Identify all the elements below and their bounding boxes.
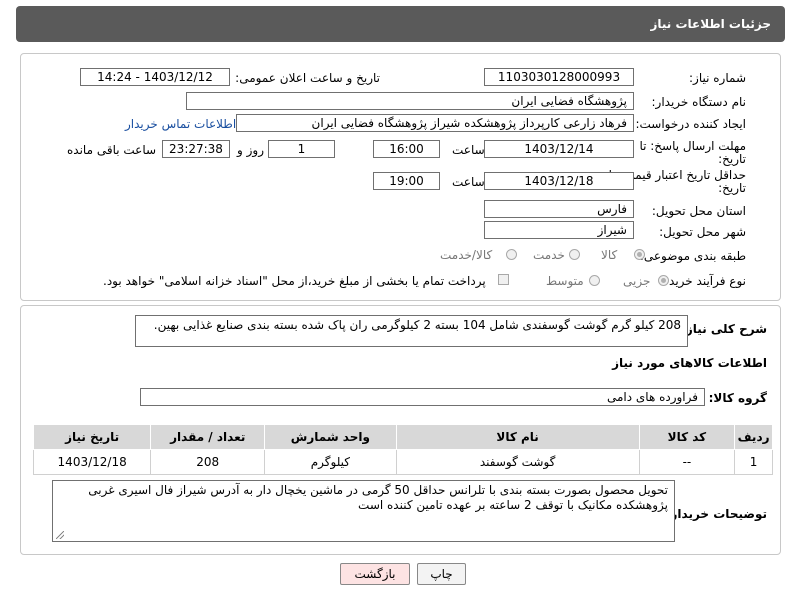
col-quantity: تعداد / مقدار <box>150 424 266 450</box>
buyer-org-field[interactable]: پژوهشگاه فضایی ایران <box>186 92 634 110</box>
need-number-label: شماره نیاز: <box>689 71 746 85</box>
goods-info-title: اطلاعات کالاهای مورد نیاز <box>612 356 767 370</box>
reply-deadline-label: مهلت ارسال پاسخ: تا <box>639 139 746 153</box>
goods-table-header: ردیف کد کالا نام کالا واحد شمارش تعداد /… <box>32 424 773 450</box>
cell-row: 1 <box>734 449 773 475</box>
col-name: نام کالا <box>395 424 640 450</box>
price-validity-label-date: تاریخ: <box>718 181 746 195</box>
category-goods-radio[interactable] <box>634 249 645 260</box>
need-number-field[interactable]: 1103030128000993 <box>484 68 634 86</box>
requester-field[interactable]: فرهاد زارعی کارپرداز پژوهشکده شیراز پژوه… <box>236 114 634 132</box>
price-validity-time-field[interactable]: 19:00 <box>373 172 440 190</box>
province-label: استان محل تحویل: <box>651 204 746 218</box>
purchase-process-label: نوع فرآیند خرید : <box>661 274 746 288</box>
category-goods-service-radio[interactable] <box>506 249 517 260</box>
buyer-notes-field[interactable]: تحویل محصول بصورت بسته بندی با تلرانس حد… <box>52 480 675 542</box>
category-goods-service-label: کالا/خدمت <box>440 248 493 262</box>
announce-datetime-field[interactable]: 1403/12/12 - 14:24 <box>80 68 230 86</box>
goods-group-field[interactable]: فراورده های دامی <box>140 388 705 406</box>
reply-deadline-date-field[interactable]: 1403/12/14 <box>484 140 634 158</box>
col-unit: واحد شمارش <box>264 424 397 450</box>
category-service-label: خدمت <box>533 248 565 262</box>
cell-quantity: 208 <box>150 449 266 475</box>
col-need-date: تاریخ نیاز <box>32 424 152 450</box>
cell-unit: کیلوگرم <box>264 449 397 475</box>
remaining-days-field[interactable]: 1 <box>268 140 335 158</box>
buyer-contact-link[interactable]: اطلاعات تماس خریدار <box>125 117 236 131</box>
cell-name: گوشت گوسفند <box>395 449 640 475</box>
reply-deadline-time-label: ساعت <box>452 143 485 157</box>
table-row: 1 -- گوشت گوسفند کیلوگرم 208 1403/12/18 <box>32 449 773 475</box>
page-header: جزئیات اطلاعات نیاز <box>16 6 785 42</box>
cell-need-date: 1403/12/18 <box>32 449 152 475</box>
goods-group-label: گروه کالا: <box>708 391 767 405</box>
price-validity-time-label: ساعت <box>452 175 485 189</box>
print-button[interactable]: چاپ <box>417 563 466 585</box>
page-title: جزئیات اطلاعات نیاز <box>650 17 771 31</box>
description-field[interactable]: 208 کیلو گرم گوشت گوسفندی شامل 104 بسته … <box>135 315 688 347</box>
process-medium-label: متوسط <box>546 274 584 288</box>
buyer-notes-label: توضیحات خریدار: <box>665 507 767 521</box>
price-validity-date-field[interactable]: 1403/12/18 <box>484 172 634 190</box>
category-goods-label: کالا <box>601 248 618 262</box>
buyer-org-label: نام دستگاه خریدار: <box>651 95 747 109</box>
process-minor-label: جزیی <box>623 274 651 288</box>
description-label: شرح کلی نیاز: <box>681 322 767 336</box>
process-medium-radio[interactable] <box>589 275 600 286</box>
requester-label: ایجاد کننده درخواست: <box>635 117 746 131</box>
reply-deadline-time-field[interactable]: 16:00 <box>373 140 440 158</box>
cell-code: -- <box>638 449 736 475</box>
category-label: طبقه بندی موضوعی: <box>639 249 746 263</box>
remaining-time-label: ساعت باقی مانده <box>67 143 157 157</box>
resize-grip-icon[interactable] <box>56 531 64 539</box>
treasury-payment-note: پرداخت تمام یا بخشی از مبلغ خرید،از محل … <box>103 274 486 288</box>
days-and-label: روز و <box>237 143 264 157</box>
process-minor-radio[interactable] <box>658 275 669 286</box>
col-row: ردیف <box>734 424 773 450</box>
col-code: کد کالا <box>638 424 736 450</box>
treasury-payment-checkbox[interactable] <box>498 274 509 285</box>
back-button[interactable]: بازگشت <box>340 563 410 585</box>
announce-datetime-label: تاریخ و ساعت اعلان عمومی: <box>235 71 380 85</box>
city-field[interactable]: شیراز <box>484 221 634 239</box>
remaining-time-field[interactable]: 23:27:38 <box>162 140 230 158</box>
category-service-radio[interactable] <box>569 249 580 260</box>
goods-table: ردیف کد کالا نام کالا واحد شمارش تعداد /… <box>32 424 773 475</box>
city-label: شهر محل تحویل: <box>659 225 746 239</box>
province-field[interactable]: فارس <box>484 200 634 218</box>
reply-deadline-label-date: تاریخ: <box>718 152 746 166</box>
